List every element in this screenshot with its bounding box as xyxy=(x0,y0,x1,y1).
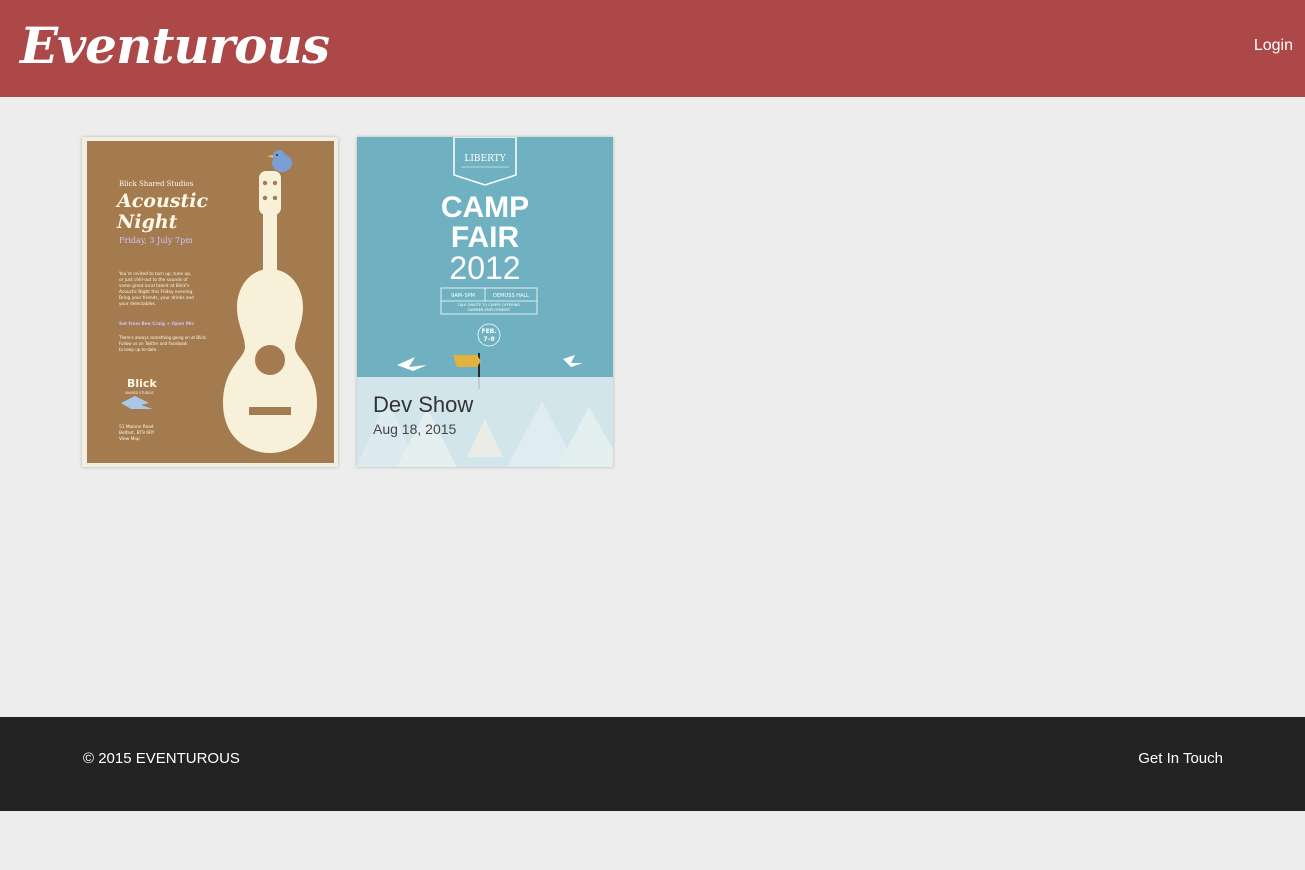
poster-logo-sub: SHARED STUDIOS xyxy=(125,391,154,395)
poster-body-line: some great local talent at Blick's xyxy=(119,283,190,289)
poster-address2: Belfast, BT9 6RY xyxy=(119,430,155,436)
poster-address1: 51 Malone Road xyxy=(119,424,154,430)
poster-more-line: Follow us on Twitter and Facebook xyxy=(119,341,188,346)
poster-days: 7–8 xyxy=(483,336,494,343)
poster-body-line: Bring your friends, your drinks and xyxy=(119,295,194,301)
event-date: Aug 18, 2015 xyxy=(373,421,457,437)
poster-more-line: There's always something going on at Bli… xyxy=(118,335,207,340)
poster-place: DEMOSS HALL xyxy=(493,293,529,299)
event-card-dev-show[interactable]: LIBERTY CAMP FAIR 2012 9AM–5PM DEMOSS HA… xyxy=(357,137,613,467)
event-title[interactable]: Dev Show xyxy=(373,392,473,418)
poster-line1: CAMP xyxy=(441,191,529,224)
poster-venue: Blick Shared Studios xyxy=(119,180,194,188)
poster-body-line: Acoustic Night this Friday evening. xyxy=(119,289,194,295)
event-poster-image: Blick Shared Studios Acoustic Night Frid… xyxy=(87,141,334,463)
login-link[interactable]: Login xyxy=(1254,37,1293,55)
poster-sub2: SUMMER EMPLOYMENT! xyxy=(468,308,511,312)
poster-time: 9AM–5PM xyxy=(451,293,475,299)
get-in-touch-link[interactable]: Get In Touch xyxy=(1138,750,1223,767)
event-card-acoustic-night[interactable]: Blick Shared Studios Acoustic Night Frid… xyxy=(82,137,338,467)
poster-year: 2012 xyxy=(449,250,520,286)
site-footer: © 2015 EVENTUROUS Get In Touch xyxy=(0,717,1305,811)
poster-date: Friday, 3 July 7pm xyxy=(119,236,193,245)
poster-map-link: View Map xyxy=(119,436,140,442)
poster-body-line: You're invited to turn up, tune up, xyxy=(118,271,191,277)
copyright-text: © 2015 EVENTUROUS xyxy=(83,750,240,767)
poster-body-line: your delectables. xyxy=(119,301,156,307)
poster-sub1: TALK ONSITE TO CAMPS OFFERING xyxy=(457,303,521,307)
poster-badge: LIBERTY xyxy=(464,154,506,164)
brand-logo[interactable]: Eventurous xyxy=(20,14,330,78)
poster-logo-text: Blick xyxy=(127,377,157,390)
poster-more-line: to keep up-to-date. xyxy=(119,347,158,352)
top-navbar: Eventurous Login xyxy=(0,0,1305,97)
poster-title-line2: Night xyxy=(116,211,178,233)
poster-body-line: or just chill-out to the sounds of xyxy=(119,277,188,283)
poster-title-line1: Acoustic xyxy=(115,190,208,212)
poster-set-line: Set from Ben Craig + Open Mic xyxy=(119,321,194,327)
poster-feb: FEB. xyxy=(481,328,496,335)
